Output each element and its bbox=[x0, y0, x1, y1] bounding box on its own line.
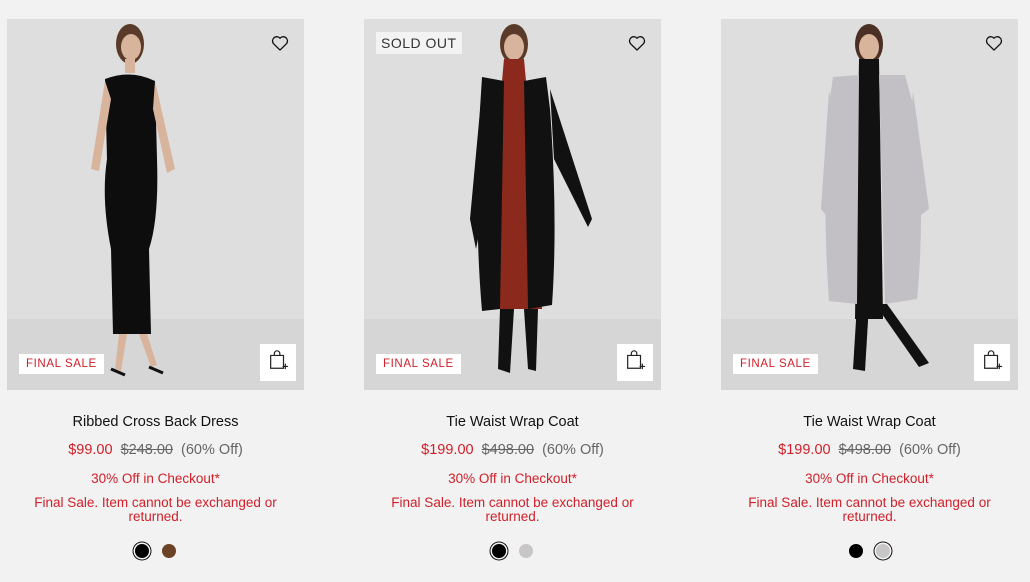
product-image[interactable]: FINAL SALE bbox=[721, 19, 1018, 390]
final-sale-note: Final Sale. Item cannot be exchanged or … bbox=[748, 495, 991, 524]
discount-percent: (60% Off) bbox=[899, 442, 961, 458]
checkout-promo: 30% Off in Checkout* bbox=[91, 471, 220, 486]
product-card: FINAL SALE Ribbed Cross Back Dress $99.0… bbox=[7, 19, 304, 558]
product-image[interactable]: FINAL SALE bbox=[7, 19, 304, 390]
product-photo bbox=[721, 19, 1018, 390]
product-photo bbox=[7, 19, 304, 390]
color-swatch-black[interactable] bbox=[135, 544, 149, 558]
product-name[interactable]: Ribbed Cross Back Dress bbox=[7, 414, 304, 430]
color-swatch-grey[interactable] bbox=[519, 544, 533, 558]
product-prices: $99.00 $248.00 (60% Off) bbox=[7, 442, 304, 458]
final-sale-badge: FINAL SALE bbox=[733, 354, 818, 374]
quick-add-button[interactable] bbox=[260, 344, 296, 381]
product-card: SOLD OUT FINAL SALE Tie Waist Wrap Coat … bbox=[364, 19, 661, 558]
product-prices: $199.00 $498.00 (60% Off) bbox=[721, 442, 1018, 458]
checkout-promo: 30% Off in Checkout* bbox=[448, 471, 577, 486]
product-name[interactable]: Tie Waist Wrap Coat bbox=[364, 414, 661, 430]
original-price: $498.00 bbox=[481, 442, 535, 458]
final-sale-badge: FINAL SALE bbox=[376, 354, 461, 374]
product-photo bbox=[364, 19, 661, 390]
checkout-promo: 30% Off in Checkout* bbox=[805, 471, 934, 486]
sale-price: $199.00 bbox=[421, 442, 474, 458]
final-sale-note: Final Sale. Item cannot be exchanged or … bbox=[34, 495, 277, 524]
color-swatches bbox=[721, 544, 1018, 558]
heart-outline-icon[interactable] bbox=[270, 33, 290, 53]
product-name[interactable]: Tie Waist Wrap Coat bbox=[721, 414, 1018, 430]
product-image[interactable]: SOLD OUT FINAL SALE bbox=[364, 19, 661, 390]
shopping-bag-plus-icon bbox=[624, 349, 646, 376]
final-sale-note: Final Sale. Item cannot be exchanged or … bbox=[391, 495, 634, 524]
color-swatches bbox=[364, 544, 661, 558]
original-price: $248.00 bbox=[120, 442, 173, 458]
color-swatch-brown[interactable] bbox=[162, 544, 176, 558]
quick-add-button[interactable] bbox=[617, 344, 653, 381]
color-swatch-black[interactable] bbox=[849, 544, 863, 558]
quick-add-button[interactable] bbox=[974, 344, 1010, 381]
final-sale-badge: FINAL SALE bbox=[19, 354, 104, 374]
product-prices: $199.00 $498.00 (60% Off) bbox=[364, 442, 661, 458]
color-swatches bbox=[7, 544, 304, 558]
shopping-bag-plus-icon bbox=[267, 349, 289, 376]
heart-outline-icon[interactable] bbox=[627, 33, 647, 53]
original-price: $498.00 bbox=[838, 442, 892, 458]
discount-percent: (60% Off) bbox=[542, 442, 604, 458]
shopping-bag-plus-icon bbox=[981, 349, 1003, 376]
sold-out-badge: SOLD OUT bbox=[376, 32, 462, 54]
heart-outline-icon[interactable] bbox=[984, 33, 1004, 53]
discount-percent: (60% Off) bbox=[181, 442, 243, 458]
color-swatch-black[interactable] bbox=[492, 544, 506, 558]
product-card: FINAL SALE Tie Waist Wrap Coat $199.00 $… bbox=[721, 19, 1018, 558]
sale-price: $99.00 bbox=[68, 442, 113, 458]
product-grid: FINAL SALE Ribbed Cross Back Dress $99.0… bbox=[0, 0, 1030, 582]
sale-price: $199.00 bbox=[778, 442, 831, 458]
color-swatch-grey[interactable] bbox=[876, 544, 890, 558]
